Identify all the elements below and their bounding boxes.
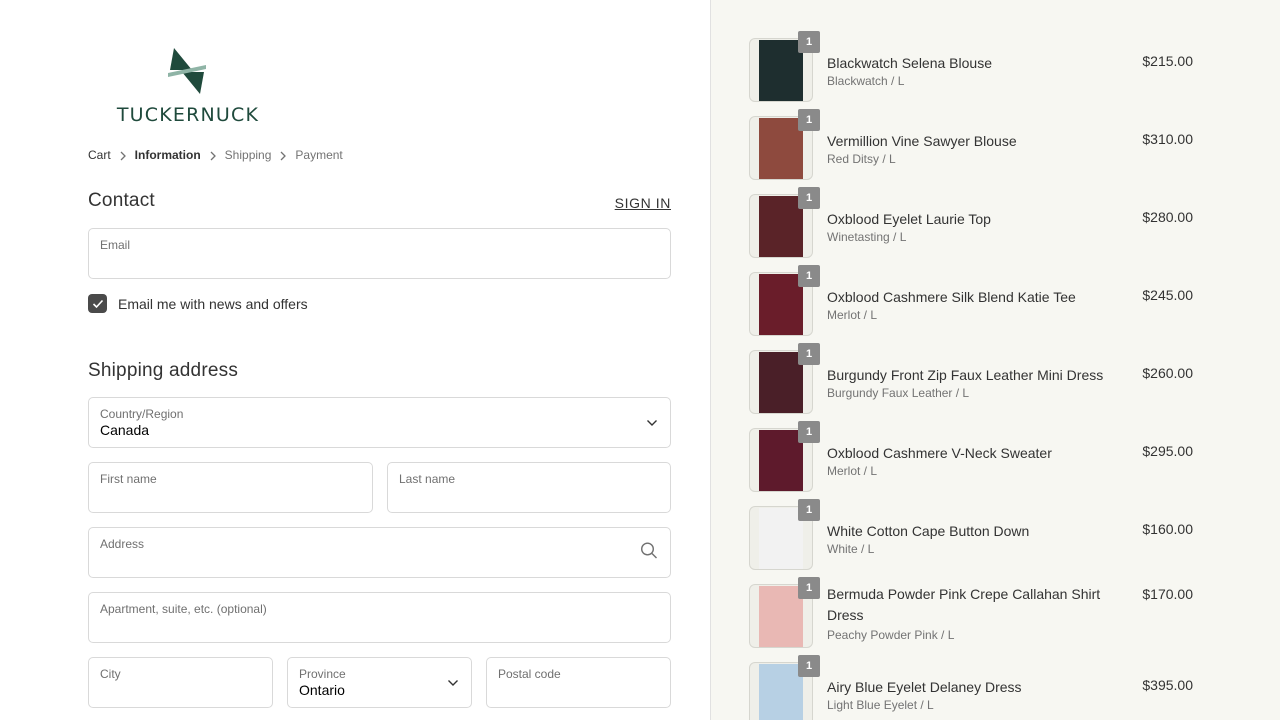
product-price: $245.00 bbox=[1142, 287, 1193, 303]
search-icon[interactable] bbox=[640, 541, 658, 564]
product-name: Blackwatch Selena Blouse bbox=[827, 55, 992, 71]
city-field[interactable]: City bbox=[88, 657, 273, 708]
product-variant: Merlot / L bbox=[827, 464, 878, 478]
newsletter-label: Email me with news and offers bbox=[118, 295, 308, 312]
newsletter-checkbox[interactable] bbox=[88, 294, 107, 313]
logo-mark-icon bbox=[168, 48, 206, 94]
quantity-badge: 1 bbox=[798, 343, 820, 365]
product-photo bbox=[759, 508, 803, 569]
order-item: 1 Oxblood Eyelet Laurie Top Winetasting / … bbox=[749, 187, 1193, 258]
product-photo bbox=[759, 352, 803, 413]
product-photo bbox=[759, 118, 803, 179]
city-label: City bbox=[100, 667, 121, 681]
order-summary-panel: 1 Blackwatch Selena Blouse Blackwatch / L $… bbox=[710, 0, 1280, 720]
chevron-right-icon bbox=[271, 148, 295, 162]
product-name: Airy Blue Eyelet Delaney Dress bbox=[827, 679, 1022, 695]
country-value: Canada bbox=[100, 422, 150, 438]
product-variant: Blackwatch / L bbox=[827, 74, 905, 88]
postal-code-label: Postal code bbox=[498, 667, 561, 681]
product-price: $395.00 bbox=[1142, 677, 1193, 693]
quantity-badge: 1 bbox=[798, 265, 820, 287]
last-name-label: Last name bbox=[399, 472, 456, 486]
quantity-badge: 1 bbox=[798, 31, 820, 53]
apartment-field[interactable]: Apartment, suite, etc. (optional) bbox=[88, 592, 671, 643]
product-variant: Red Ditsy / L bbox=[827, 152, 896, 166]
product-price: $295.00 bbox=[1142, 443, 1193, 459]
product-price: $160.00 bbox=[1142, 521, 1193, 537]
product-name: Oxblood Cashmere V-Neck Sweater bbox=[827, 445, 1052, 461]
breadcrumb: Cart Information Shipping Payment bbox=[88, 147, 343, 163]
product-photo bbox=[759, 274, 803, 335]
quantity-badge: 1 bbox=[798, 577, 820, 599]
quantity-badge: 1 bbox=[798, 187, 820, 209]
first-name-field[interactable]: First name bbox=[88, 462, 373, 513]
quantity-badge: 1 bbox=[798, 421, 820, 443]
contact-heading: Contact bbox=[88, 190, 155, 211]
product-price: $260.00 bbox=[1142, 365, 1193, 381]
first-name-label: First name bbox=[100, 472, 157, 486]
breadcrumb-information: Information bbox=[134, 148, 201, 162]
product-price: $280.00 bbox=[1142, 209, 1193, 225]
apartment-label: Apartment, suite, etc. (optional) bbox=[100, 602, 267, 616]
shipping-heading: Shipping address bbox=[88, 360, 239, 381]
order-item: 1 Oxblood Cashmere Silk Blend Katie Tee Me… bbox=[749, 265, 1193, 336]
product-variant: Merlot / L bbox=[827, 308, 878, 322]
breadcrumb-payment: Payment bbox=[295, 148, 343, 162]
product-name: Burgundy Front Zip Faux Leather Mini Dre… bbox=[827, 367, 1104, 383]
order-item: 1 Airy Blue Eyelet Delaney Dress Light Blu… bbox=[749, 655, 1193, 720]
product-photo bbox=[759, 196, 803, 257]
brand-wordmark: TUCKERNUCK bbox=[116, 104, 260, 126]
order-item: 1 Blackwatch Selena Blouse Blackwatch / L $… bbox=[749, 31, 1193, 102]
province-value: Ontario bbox=[299, 682, 345, 698]
last-name-field[interactable]: Last name bbox=[387, 462, 671, 513]
product-photo bbox=[759, 586, 803, 647]
order-item: 1 Vermillion Vine Sawyer Blouse Red Ditsy … bbox=[749, 109, 1193, 180]
breadcrumb-shipping: Shipping bbox=[224, 148, 272, 162]
order-item: 1 White Cotton Cape Button Down White / L $… bbox=[749, 499, 1193, 570]
checkmark-icon bbox=[92, 299, 103, 308]
country-select[interactable]: Country/Region Canada bbox=[88, 397, 671, 448]
email-input[interactable] bbox=[100, 253, 631, 269]
product-price: $170.00 bbox=[1142, 586, 1193, 602]
quantity-badge: 1 bbox=[798, 109, 820, 131]
order-item: 1 Bermuda Powder Pink Crepe Callahan Shir… bbox=[749, 577, 1193, 648]
product-variant: White / L bbox=[827, 542, 875, 556]
product-price: $310.00 bbox=[1142, 131, 1193, 147]
product-name: Oxblood Cashmere Silk Blend Katie Tee bbox=[827, 289, 1076, 305]
email-label: Email bbox=[100, 238, 131, 252]
product-photo bbox=[759, 40, 803, 101]
order-item: 1 Oxblood Cashmere V-Neck Sweater Merlot /… bbox=[749, 421, 1193, 492]
product-name: Vermillion Vine Sawyer Blouse bbox=[827, 133, 1017, 149]
product-photo bbox=[759, 430, 803, 491]
quantity-badge: 1 bbox=[798, 655, 820, 677]
product-variant: Burgundy Faux Leather / L bbox=[827, 386, 970, 400]
quantity-badge: 1 bbox=[798, 499, 820, 521]
brand-logo[interactable]: TUCKERNUCK bbox=[104, 46, 272, 126]
chevron-right-icon bbox=[111, 148, 135, 162]
breadcrumb-cart[interactable]: Cart bbox=[88, 148, 111, 162]
address-field[interactable]: Address bbox=[88, 527, 671, 578]
newsletter-option[interactable]: Email me with news and offers bbox=[88, 294, 308, 313]
sign-in-link[interactable]: SIGN IN bbox=[615, 195, 671, 211]
email-field[interactable]: Email bbox=[88, 228, 671, 279]
product-name: Bermuda Powder Pink Crepe Callahan Shirt… bbox=[827, 586, 1101, 623]
product-variant: Light Blue Eyelet / L bbox=[827, 698, 934, 712]
address-label: Address bbox=[100, 537, 145, 551]
product-variant: Winetasting / L bbox=[827, 230, 907, 244]
product-name: Oxblood Eyelet Laurie Top bbox=[827, 211, 991, 227]
order-item: 1 Burgundy Front Zip Faux Leather Mini Dr… bbox=[749, 343, 1193, 414]
postal-code-field[interactable]: Postal code bbox=[486, 657, 671, 708]
chevron-down-icon bbox=[646, 414, 658, 432]
checkout-form-panel: TUCKERNUCK Cart Information Shipping Pay… bbox=[0, 0, 710, 720]
province-select[interactable]: Province Ontario bbox=[287, 657, 472, 708]
product-photo bbox=[759, 664, 803, 720]
product-variant: Peachy Powder Pink / L bbox=[827, 628, 955, 642]
chevron-right-icon bbox=[201, 148, 225, 162]
chevron-down-icon bbox=[447, 674, 459, 692]
product-name: White Cotton Cape Button Down bbox=[827, 523, 1030, 539]
province-label: Province bbox=[299, 667, 346, 681]
product-price: $215.00 bbox=[1142, 53, 1193, 69]
country-label: Country/Region bbox=[100, 407, 184, 421]
